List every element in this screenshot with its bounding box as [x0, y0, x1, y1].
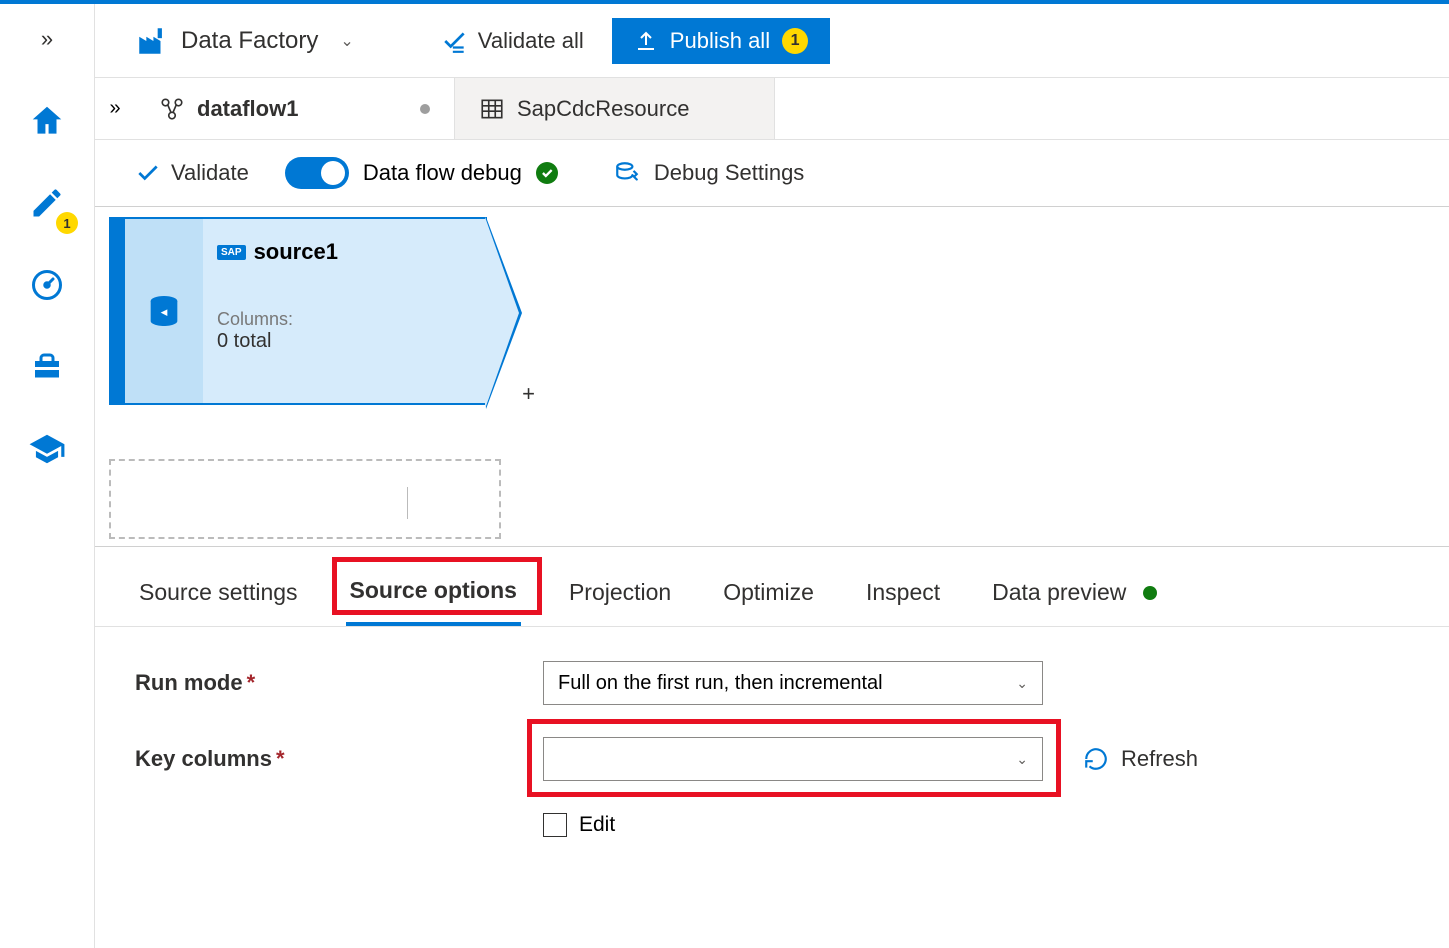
ghost-divider	[407, 487, 408, 519]
editor-tab-strip: » dataflow1 SapCdcResource	[95, 78, 1449, 140]
dataflow-action-bar: Validate Data flow debug Debug Settings	[95, 140, 1449, 206]
preview-status-icon	[1143, 586, 1157, 600]
columns-value: 0 total	[217, 330, 467, 353]
node-selection-stripe	[111, 219, 125, 403]
nav-home[interactable]	[22, 96, 72, 146]
key-columns-label: Key columns*	[135, 746, 543, 772]
tab-dataflow1[interactable]: dataflow1	[135, 78, 455, 139]
debug-status-icon	[536, 162, 558, 184]
debug-settings-button[interactable]: Debug Settings	[614, 160, 804, 186]
tab-sapcdcresource-label: SapCdcResource	[517, 96, 689, 122]
debug-settings-icon	[614, 160, 640, 186]
validate-all-button[interactable]: Validate all	[434, 22, 592, 60]
gauge-icon	[29, 267, 65, 303]
validate-button[interactable]: Validate	[135, 160, 249, 186]
left-nav-rail: » 1	[0, 4, 95, 948]
data-factory-label: Data Factory	[181, 27, 318, 55]
nav-learn[interactable]	[22, 424, 72, 474]
tab-data-preview[interactable]: Data preview	[988, 567, 1161, 624]
tab-source-options-label: Source options	[350, 577, 517, 603]
publish-all-button[interactable]: Publish all 1	[612, 18, 830, 64]
chevron-down-icon: ⌄	[340, 31, 353, 51]
panel-tab-strip: Source settings Source options Projectio…	[95, 547, 1449, 627]
toolbox-icon	[29, 349, 65, 385]
chevron-right-icon: »	[109, 97, 120, 120]
factory-icon	[135, 24, 169, 58]
validate-all-label: Validate all	[478, 28, 584, 54]
author-badge: 1	[56, 212, 78, 234]
sap-icon: SAP	[217, 245, 246, 260]
database-source-icon	[144, 291, 184, 331]
graduation-cap-icon	[28, 430, 66, 468]
top-toolbar: Data Factory ⌄ Validate all Publish all …	[95, 4, 1449, 78]
nav-author[interactable]: 1	[22, 178, 72, 228]
tab-dataflow1-label: dataflow1	[197, 96, 298, 122]
source-node-source1[interactable]: SAP source1 Columns: 0 total +	[109, 217, 487, 405]
dataflow-icon	[159, 96, 185, 122]
toggle-knob	[321, 161, 345, 185]
nav-manage[interactable]	[22, 342, 72, 392]
tab-sapcdcresource[interactable]: SapCdcResource	[455, 78, 775, 139]
dataflow-debug-toggle[interactable]	[285, 157, 349, 189]
key-columns-select[interactable]: ⌄	[543, 737, 1043, 781]
refresh-icon	[1083, 746, 1109, 772]
chevron-down-icon: ⌄	[1016, 751, 1028, 768]
data-factory-switcher[interactable]: Data Factory ⌄	[135, 24, 354, 58]
run-mode-select[interactable]: Full on the first run, then incremental …	[543, 661, 1043, 705]
refresh-button[interactable]: Refresh	[1083, 746, 1198, 772]
tab-expand-toggle[interactable]: »	[95, 78, 135, 139]
upload-icon	[634, 29, 658, 53]
debug-settings-label: Debug Settings	[654, 160, 804, 186]
source-node-title: source1	[254, 239, 338, 265]
columns-label: Columns:	[217, 309, 467, 330]
node-icon-band	[125, 219, 203, 403]
chevron-down-icon: ⌄	[1016, 675, 1028, 692]
tab-data-preview-label: Data preview	[992, 579, 1126, 605]
checklist-icon	[442, 28, 468, 54]
chevron-right-icon: »	[41, 26, 53, 52]
ghost-drop-target[interactable]	[109, 459, 501, 539]
nav-expand-toggle[interactable]: »	[22, 14, 72, 64]
table-icon	[479, 96, 505, 122]
publish-count-badge: 1	[782, 28, 808, 54]
validate-label: Validate	[171, 160, 249, 186]
refresh-label: Refresh	[1121, 746, 1198, 772]
edit-checkbox[interactable]	[543, 813, 567, 837]
tab-projection[interactable]: Projection	[565, 567, 675, 624]
run-mode-value: Full on the first run, then incremental	[558, 672, 883, 695]
tab-optimize[interactable]: Optimize	[719, 567, 818, 624]
nav-monitor[interactable]	[22, 260, 72, 310]
dataflow-debug-label: Data flow debug	[363, 160, 522, 186]
unsaved-dot-icon	[420, 104, 430, 114]
add-transform-button[interactable]: +	[522, 381, 535, 407]
tab-source-settings[interactable]: Source settings	[135, 567, 302, 624]
home-icon	[28, 102, 66, 140]
dataflow-canvas[interactable]: SAP source1 Columns: 0 total +	[95, 206, 1449, 546]
edit-label: Edit	[579, 813, 615, 837]
tab-inspect[interactable]: Inspect	[862, 567, 944, 624]
publish-all-label: Publish all	[670, 28, 770, 54]
check-icon	[135, 160, 161, 186]
tab-source-options[interactable]: Source options	[346, 565, 521, 626]
run-mode-label: Run mode*	[135, 670, 543, 696]
